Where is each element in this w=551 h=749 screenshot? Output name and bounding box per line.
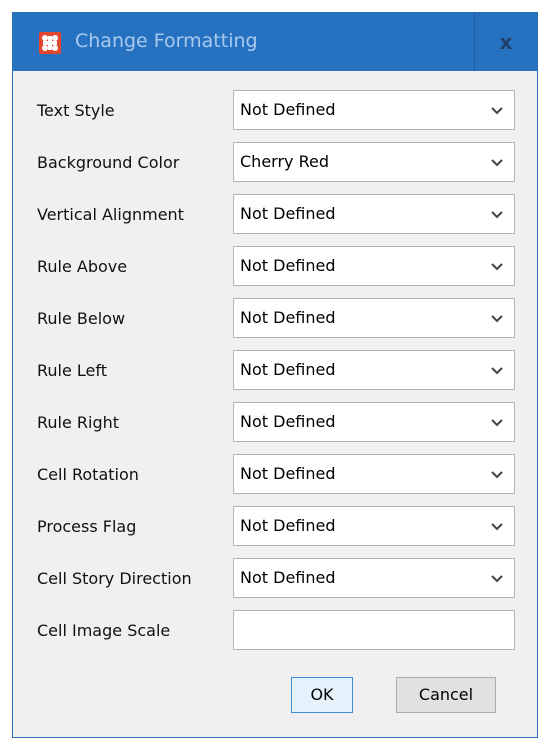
background-color-value: Cherry Red xyxy=(240,152,329,171)
close-icon: x xyxy=(499,30,513,54)
app-logo-icon xyxy=(39,32,61,54)
rule-above-value: Not Defined xyxy=(240,256,336,275)
chevron-down-icon xyxy=(491,159,503,167)
vertical-alignment-label: Vertical Alignment xyxy=(37,205,184,224)
rule-left-select[interactable]: Not Defined xyxy=(233,350,515,390)
chevron-down-icon xyxy=(491,367,503,375)
text-style-label: Text Style xyxy=(37,101,115,120)
row-cell-story-direction: Cell Story Direction Not Defined xyxy=(13,558,537,600)
close-button[interactable]: x xyxy=(474,13,537,71)
process-flag-label: Process Flag xyxy=(37,517,137,536)
rule-left-value: Not Defined xyxy=(240,360,336,379)
change-formatting-dialog: Change Formatting x Text Style Not Defin… xyxy=(12,12,538,738)
chevron-down-icon xyxy=(491,211,503,219)
rule-left-label: Rule Left xyxy=(37,361,108,380)
row-rule-right: Rule Right Not Defined xyxy=(13,402,537,444)
cancel-button[interactable]: Cancel xyxy=(396,677,496,713)
text-style-value: Not Defined xyxy=(240,100,336,119)
rule-above-select[interactable]: Not Defined xyxy=(233,246,515,286)
background-color-label: Background Color xyxy=(37,153,180,172)
title-bar[interactable]: Change Formatting x xyxy=(13,13,537,71)
row-background-color: Background Color Cherry Red xyxy=(13,142,537,184)
rule-above-label: Rule Above xyxy=(37,257,128,276)
cell-story-direction-value: Not Defined xyxy=(240,568,336,587)
rule-right-label: Rule Right xyxy=(37,413,120,432)
rule-below-value: Not Defined xyxy=(240,308,336,327)
rule-right-select[interactable]: Not Defined xyxy=(233,402,515,442)
row-text-style: Text Style Not Defined xyxy=(13,90,537,132)
chevron-down-icon xyxy=(491,263,503,271)
row-cell-image-scale: Cell Image Scale xyxy=(13,610,537,652)
ok-button[interactable]: OK xyxy=(291,677,353,713)
chevron-down-icon xyxy=(491,575,503,583)
row-rule-left: Rule Left Not Defined xyxy=(13,350,537,392)
cell-story-direction-label: Cell Story Direction xyxy=(37,569,192,588)
row-vertical-alignment: Vertical Alignment Not Defined xyxy=(13,194,537,236)
cell-image-scale-label: Cell Image Scale xyxy=(37,621,171,640)
chevron-down-icon xyxy=(491,107,503,115)
vertical-alignment-value: Not Defined xyxy=(240,204,336,223)
row-process-flag: Process Flag Not Defined xyxy=(13,506,537,548)
cell-rotation-label: Cell Rotation xyxy=(37,465,139,484)
cell-image-scale-input[interactable] xyxy=(233,610,515,650)
background-color-select[interactable]: Cherry Red xyxy=(233,142,515,182)
vertical-alignment-select[interactable]: Not Defined xyxy=(233,194,515,234)
cell-rotation-select[interactable]: Not Defined xyxy=(233,454,515,494)
chevron-down-icon xyxy=(491,471,503,479)
rule-right-value: Not Defined xyxy=(240,412,336,431)
row-rule-below: Rule Below Not Defined xyxy=(13,298,537,340)
row-rule-above: Rule Above Not Defined xyxy=(13,246,537,288)
chevron-down-icon xyxy=(491,315,503,323)
rule-below-label: Rule Below xyxy=(37,309,126,328)
row-cell-rotation: Cell Rotation Not Defined xyxy=(13,454,537,496)
cell-story-direction-select[interactable]: Not Defined xyxy=(233,558,515,598)
cell-rotation-value: Not Defined xyxy=(240,464,336,483)
text-style-select[interactable]: Not Defined xyxy=(233,90,515,130)
chevron-down-icon xyxy=(491,419,503,427)
chevron-down-icon xyxy=(491,523,503,531)
process-flag-select[interactable]: Not Defined xyxy=(233,506,515,546)
process-flag-value: Not Defined xyxy=(240,516,336,535)
rule-below-select[interactable]: Not Defined xyxy=(233,298,515,338)
dialog-title: Change Formatting xyxy=(75,30,258,52)
